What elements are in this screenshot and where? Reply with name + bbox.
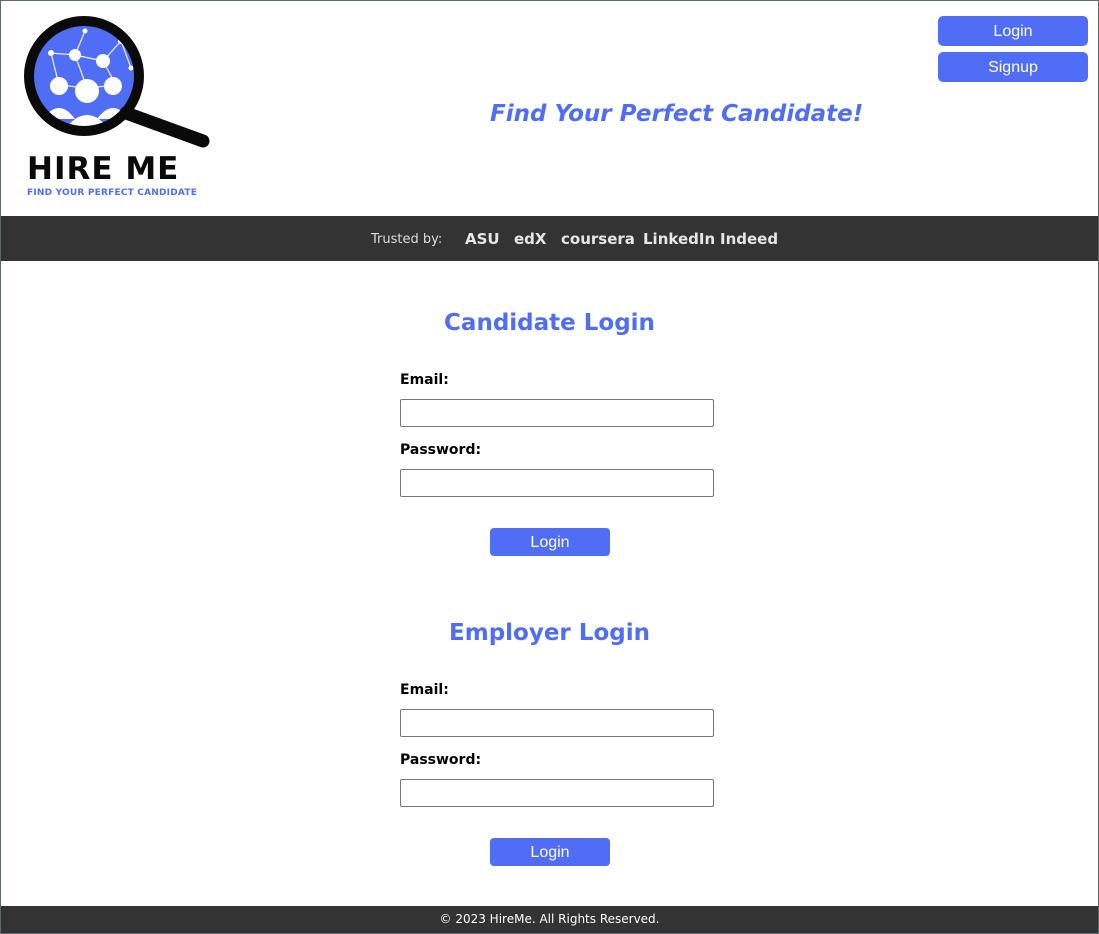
- page-frame: HIRE ME FIND YOUR PERFECT CANDIDATE Find…: [0, 0, 1099, 934]
- logo-title: HIRE ME: [27, 151, 180, 187]
- employer-password-label: Password:: [400, 752, 482, 768]
- trusted-brand-asu: ASU: [465, 230, 500, 248]
- trusted-by-label: Trusted by:: [371, 232, 443, 247]
- header-login-button[interactable]: Login: [938, 16, 1088, 46]
- employer-email-input[interactable]: [400, 709, 714, 737]
- header-signup-button[interactable]: Signup: [938, 52, 1088, 82]
- candidate-login-title: Candidate Login: [444, 310, 655, 336]
- candidate-login-button[interactable]: Login: [490, 528, 610, 556]
- trusted-brand-coursera: coursera: [561, 230, 635, 248]
- employer-login-title: Employer Login: [449, 620, 650, 646]
- tagline: Find Your Perfect Candidate!: [490, 101, 864, 127]
- employer-password-input[interactable]: [400, 779, 714, 807]
- employer-login-button[interactable]: Login: [490, 838, 610, 866]
- magnifier-people-network-icon: [24, 16, 210, 148]
- candidate-password-input[interactable]: [400, 469, 714, 497]
- footer-copyright: © 2023 HireMe. All Rights Reserved.: [439, 912, 660, 926]
- candidate-password-label: Password:: [400, 442, 482, 458]
- candidate-email-label: Email:: [400, 372, 449, 388]
- trusted-brand-edx: edX: [514, 230, 547, 248]
- site-footer: © 2023 HireMe. All Rights Reserved.: [1, 906, 1098, 933]
- trusted-brand-linkedin: LinkedIn: [643, 230, 716, 248]
- trusted-brand-indeed: Indeed: [720, 230, 779, 248]
- site-header: HIRE ME FIND YOUR PERFECT CANDIDATE Find…: [1, 1, 1098, 216]
- employer-email-label: Email:: [400, 682, 449, 698]
- logo-subtitle: FIND YOUR PERFECT CANDIDATE: [27, 188, 198, 198]
- candidate-email-input[interactable]: [400, 399, 714, 427]
- trusted-by-bar: Trusted by: ASU edX coursera LinkedIn In…: [1, 216, 1098, 261]
- site-logo[interactable]: HIRE ME FIND YOUR PERFECT CANDIDATE: [21, 13, 221, 203]
